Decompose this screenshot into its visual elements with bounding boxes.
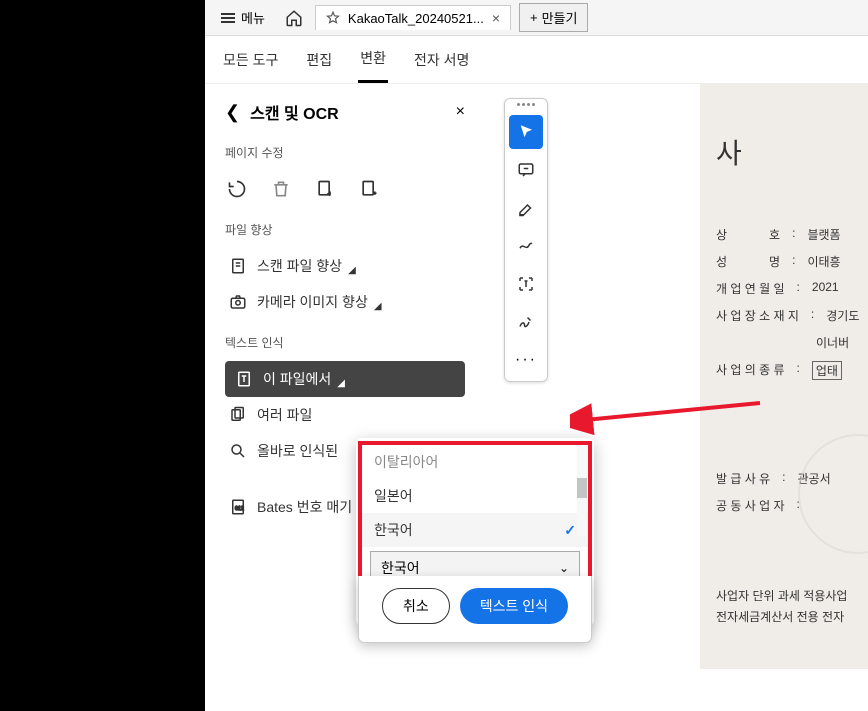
files-icon bbox=[229, 406, 247, 424]
toolbox-drag-handle[interactable] bbox=[514, 103, 538, 109]
doc-row: 상 호 : 블랫폼 bbox=[716, 226, 860, 243]
scrollbar-thumb[interactable] bbox=[577, 478, 587, 498]
menu-button[interactable]: 메뉴 bbox=[213, 4, 273, 31]
doc-title: 사 bbox=[716, 132, 860, 172]
tab-close-button[interactable]: × bbox=[492, 10, 500, 26]
hamburger-icon bbox=[221, 13, 235, 23]
submenu-indicator: ◢ bbox=[348, 265, 356, 276]
tools-esign[interactable]: 전자 서명 bbox=[412, 38, 471, 82]
document-icon bbox=[229, 257, 247, 275]
file-text-icon bbox=[235, 370, 253, 388]
sign-tool[interactable] bbox=[509, 305, 543, 339]
add-page-button[interactable] bbox=[357, 177, 381, 201]
doc-row: 개 업 연 월 일 : 2021 bbox=[716, 280, 860, 297]
svg-text:012: 012 bbox=[235, 506, 244, 512]
floating-toolbox: ··· bbox=[504, 98, 548, 382]
menu-label: 메뉴 bbox=[241, 8, 265, 27]
enhance-camera-label: 카메라 이미지 향상 bbox=[257, 292, 368, 312]
text-select-icon bbox=[517, 275, 535, 293]
star-icon bbox=[326, 11, 340, 25]
multi-file-label: 여러 파일 bbox=[257, 405, 312, 425]
doc-footer: 사업자 단위 과세 적용사업 전자세금계산서 전용 전자 bbox=[716, 586, 864, 629]
comment-tool[interactable] bbox=[509, 153, 543, 187]
home-button[interactable] bbox=[277, 5, 311, 31]
top-toolbar: 메뉴 KakaoTalk_20240521... × + 만들기 bbox=[205, 0, 868, 36]
multi-file-item[interactable]: 여러 파일 bbox=[225, 397, 465, 433]
cancel-button[interactable]: 취소 bbox=[382, 588, 450, 624]
enhance-scan-item[interactable]: 스캔 파일 향상 ◢ bbox=[225, 248, 465, 284]
search-icon bbox=[229, 442, 247, 460]
text-select-tool[interactable] bbox=[509, 267, 543, 301]
panel-header: ❮ 스캔 및 OCR × bbox=[225, 100, 465, 124]
doc-row: 이너버 bbox=[716, 334, 860, 351]
new-tab-button[interactable]: + 만들기 bbox=[519, 3, 588, 32]
delete-button[interactable] bbox=[269, 177, 293, 201]
panel-title: 스캔 및 OCR bbox=[250, 100, 339, 124]
highlighter-icon bbox=[517, 199, 535, 217]
recognize-correct-label: 올바로 인식된 bbox=[257, 441, 338, 461]
camera-icon bbox=[229, 293, 247, 311]
document-tab[interactable]: KakaoTalk_20240521... × bbox=[315, 5, 511, 30]
tools-menu-bar: 모든 도구 편집 변환 전자 서명 bbox=[205, 36, 868, 84]
tools-edit[interactable]: 편집 bbox=[304, 38, 334, 82]
comment-icon bbox=[517, 161, 535, 179]
panel-back-button[interactable]: ❮ bbox=[225, 102, 240, 123]
rotate-icon bbox=[227, 179, 247, 199]
signature-icon bbox=[517, 313, 535, 331]
highlight-tool[interactable] bbox=[509, 191, 543, 225]
submenu-indicator: ◢ bbox=[337, 378, 345, 389]
page-insert-icon bbox=[315, 179, 335, 199]
bates-icon: 012 bbox=[229, 498, 247, 516]
page-mod-tools bbox=[225, 171, 465, 207]
language-option-japanese[interactable]: 일본어 bbox=[362, 479, 588, 513]
in-this-file-label: 이 파일에서 bbox=[263, 369, 331, 389]
draw-icon bbox=[517, 237, 535, 255]
check-icon: ✓ bbox=[564, 522, 576, 539]
tools-all[interactable]: 모든 도구 bbox=[221, 38, 280, 82]
insert-page-button[interactable] bbox=[313, 177, 337, 201]
cursor-icon bbox=[517, 123, 535, 141]
document-preview[interactable]: 사 상 호 : 블랫폼 성 명 : 이태흥 개 업 연 월 일 : 2021 사… bbox=[700, 84, 868, 669]
language-option-korean[interactable]: 한국어 ✓ bbox=[362, 513, 588, 547]
selected-language: 한국어 bbox=[381, 558, 420, 578]
ellipsis-icon: ··· bbox=[515, 351, 537, 369]
enhance-camera-item[interactable]: 카메라 이미지 향상 ◢ bbox=[225, 284, 465, 320]
bates-label: Bates 번호 매기 bbox=[257, 497, 352, 517]
language-dropdown-dialog: 이탈리아어 일본어 한국어 ✓ 한국어 ⌄ bbox=[358, 441, 592, 597]
left-dark-panel bbox=[0, 0, 205, 711]
doc-row: 성 명 : 이태흥 bbox=[716, 253, 860, 270]
scrollbar-track[interactable] bbox=[577, 446, 587, 536]
rotate-button[interactable] bbox=[225, 177, 249, 201]
trash-icon bbox=[271, 179, 291, 199]
section-page-modification: 페이지 수정 bbox=[225, 144, 465, 161]
enhance-scan-label: 스캔 파일 향상 bbox=[257, 256, 342, 276]
more-tools[interactable]: ··· bbox=[509, 343, 543, 377]
in-this-file-item[interactable]: 이 파일에서 ◢ bbox=[225, 361, 465, 397]
draw-tool[interactable] bbox=[509, 229, 543, 263]
section-text-recognition: 텍스트 인식 bbox=[225, 334, 465, 351]
tools-convert[interactable]: 변환 bbox=[358, 36, 388, 83]
chevron-down-icon: ⌄ bbox=[559, 561, 569, 575]
doc-row: 사 업 의 종 류 : 업태 bbox=[716, 361, 860, 380]
language-list: 이탈리아어 일본어 한국어 ✓ bbox=[362, 445, 588, 547]
submenu-indicator: ◢ bbox=[374, 301, 382, 312]
page-add-icon bbox=[359, 179, 379, 199]
new-tab-label: 만들기 bbox=[542, 8, 578, 27]
home-icon bbox=[285, 9, 303, 27]
plus-icon: + bbox=[530, 10, 538, 25]
tab-title: KakaoTalk_20240521... bbox=[348, 11, 484, 26]
doc-row: 사 업 장 소 재 지 : 경기도 bbox=[716, 307, 860, 324]
select-tool[interactable] bbox=[509, 115, 543, 149]
section-file-enhance: 파일 향상 bbox=[225, 221, 465, 238]
panel-close-button[interactable]: × bbox=[456, 103, 465, 121]
dialog-button-row: 취소 텍스트 인식 bbox=[358, 576, 592, 643]
language-option-italian[interactable]: 이탈리아어 bbox=[362, 445, 588, 479]
recognize-text-button[interactable]: 텍스트 인식 bbox=[460, 588, 568, 624]
